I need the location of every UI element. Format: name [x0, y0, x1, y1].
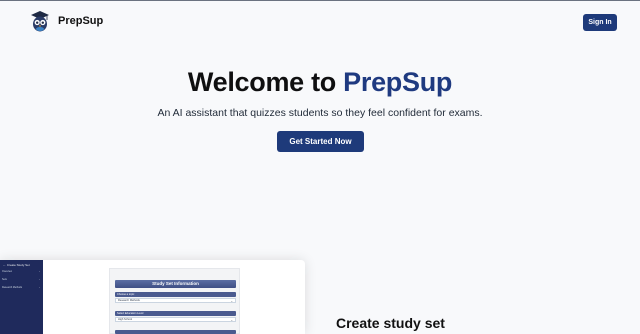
app-preview-screenshot: ← Create Study Set Overview ▫ Sets ▫ Resea… [0, 260, 305, 334]
preview-sidebar-title: ← Create Study Set [3, 263, 30, 267]
hero-title: Welcome to PrepSup [0, 67, 640, 98]
preview-topic-select: Research Methods ⌄ [115, 298, 236, 303]
preview-card-title: Study Set Information [115, 280, 236, 288]
preview-sidebar-item: Overview ▫ [2, 270, 40, 273]
chevron-down-icon: ⌄ [230, 299, 233, 303]
preview-field-label: Choose a topic [115, 292, 236, 297]
preview-field-label [115, 330, 236, 334]
top-border [0, 0, 640, 1]
hero-title-prefix: Welcome to [187, 67, 344, 97]
sign-in-button[interactable]: Sign In [583, 14, 617, 31]
preview-sidebar-item: Research Methods ▫ [2, 286, 40, 289]
preview-form-card: Study Set Information Choose a topic Res… [109, 268, 240, 334]
chevron-down-icon: ⌄ [230, 318, 233, 322]
hero-tagline: An AI assistant that quizzes students so… [157, 107, 483, 119]
owl-logo-icon [31, 11, 49, 32]
get-started-button[interactable]: Get Started Now [277, 131, 364, 152]
logo-link[interactable]: PrepSup [30, 10, 103, 32]
preview-level-select: High School ⌄ [115, 317, 236, 322]
preview-field-label: Select Education Level [115, 311, 236, 316]
hero-title-accent: PrepSup [343, 67, 453, 97]
preview-sidebar: ← Create Study Set Overview ▫ Sets ▫ Resea… [0, 260, 43, 334]
feature-title: Create study set [336, 315, 445, 331]
preview-sidebar-item: Sets ▫ [2, 278, 40, 281]
brand-name: PrepSup [58, 15, 104, 27]
